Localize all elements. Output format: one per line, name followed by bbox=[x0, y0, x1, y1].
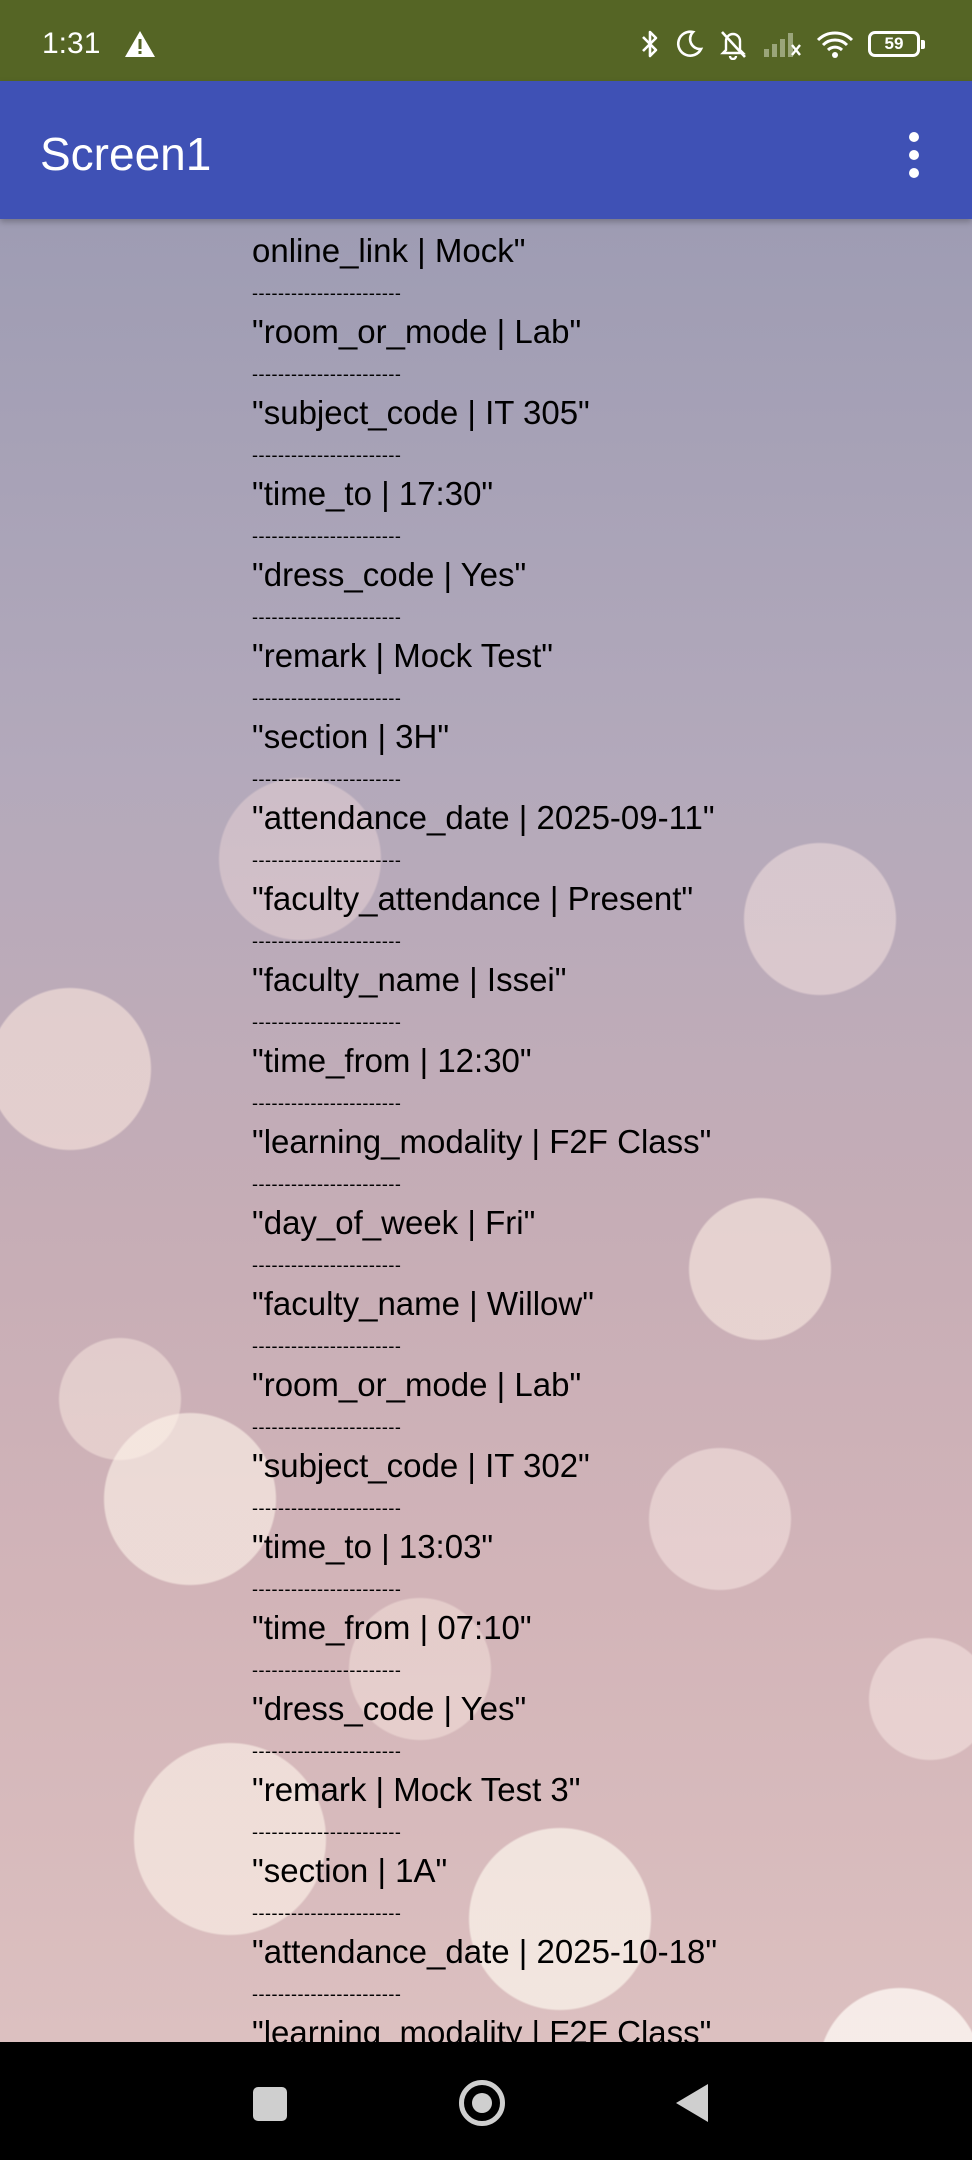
record-separator: ----------------------- bbox=[252, 1660, 402, 1680]
record-separator: ----------------------- bbox=[252, 526, 402, 546]
record-text: "remark | Mock Test" bbox=[252, 637, 553, 674]
record-text: "day_of_week | Fri" bbox=[252, 1204, 536, 1241]
record-separator: ----------------------- bbox=[252, 1984, 402, 2004]
record-text: "subject_code | IT 302" bbox=[252, 1447, 590, 1484]
battery-level: 59 bbox=[884, 34, 904, 53]
page-title: Screen1 bbox=[40, 128, 212, 180]
do-not-disturb-icon bbox=[676, 30, 704, 57]
list-item: "dress_code | Yes" ----------------------… bbox=[252, 1687, 952, 1768]
list-item: "attendance_date | 2025-10-18" ----------… bbox=[252, 1930, 952, 2011]
record-text: "time_from | 07:10" bbox=[252, 1609, 532, 1646]
record-separator: ----------------------- bbox=[252, 931, 402, 951]
list-item: "subject_code | IT 305" -----------------… bbox=[252, 391, 952, 472]
battery-icon: 59 bbox=[868, 31, 925, 57]
back-icon[interactable] bbox=[676, 2084, 708, 2122]
record-separator: ----------------------- bbox=[252, 445, 402, 465]
record-text: "room_or_mode | Lab" bbox=[252, 1366, 582, 1403]
record-text: "attendance_date | 2025-10-18" bbox=[252, 1933, 718, 1970]
status-bar: 1:31 59 bbox=[0, 0, 972, 81]
record-separator: ----------------------- bbox=[252, 1336, 402, 1356]
record-text: online_link | Mock" bbox=[252, 232, 526, 269]
list-item: "day_of_week | Fri" ---------------------… bbox=[252, 1201, 952, 1282]
record-text: "learning_modality | F2F Class" bbox=[252, 2014, 712, 2042]
record-separator: ----------------------- bbox=[252, 1822, 402, 1842]
list-item: "time_to | 17:30" ----------------------- bbox=[252, 472, 952, 553]
list-item: "room_or_mode | Lab" --------------------… bbox=[252, 310, 952, 391]
app-bar: Screen1 bbox=[0, 81, 972, 219]
list-item: "faculty_attendance | Present" ----------… bbox=[252, 877, 952, 958]
record-text: "faculty_name | Issei" bbox=[252, 961, 567, 998]
record-text: "room_or_mode | Lab" bbox=[252, 313, 582, 350]
signal-icon bbox=[764, 33, 801, 57]
record-separator: ----------------------- bbox=[252, 607, 402, 627]
record-separator: ----------------------- bbox=[252, 1012, 402, 1032]
record-separator: ----------------------- bbox=[252, 688, 402, 708]
record-text: "time_to | 13:03" bbox=[252, 1528, 494, 1565]
record-separator: ----------------------- bbox=[252, 769, 402, 789]
record-text: "learning_modality | F2F Class" bbox=[252, 1123, 712, 1160]
record-text: "section | 1A" bbox=[252, 1852, 448, 1889]
record-separator: ----------------------- bbox=[252, 1903, 402, 1923]
navigation-bar bbox=[0, 2042, 972, 2160]
list-item: "remark | Mock Test 3" ------------------… bbox=[252, 1768, 952, 1849]
list-item: "time_from | 12:30" ---------------------… bbox=[252, 1039, 952, 1120]
record-separator: ----------------------- bbox=[252, 1174, 402, 1194]
more-vert-icon[interactable] bbox=[878, 117, 950, 193]
record-text: "dress_code | Yes" bbox=[252, 1690, 527, 1727]
record-text: "time_from | 12:30" bbox=[252, 1042, 532, 1079]
record-text: "subject_code | IT 305" bbox=[252, 394, 590, 431]
record-text: "remark | Mock Test 3" bbox=[252, 1771, 581, 1808]
list-item: "attendance_date | 2025-09-11" ----------… bbox=[252, 796, 952, 877]
status-icons: 59 bbox=[640, 24, 925, 64]
home-icon[interactable] bbox=[459, 2080, 505, 2126]
record-text: "time_to | 17:30" bbox=[252, 475, 494, 512]
list-item: "room_or_mode | Lab" --------------------… bbox=[252, 1363, 952, 1444]
record-separator: ----------------------- bbox=[252, 1498, 402, 1518]
record-separator: ----------------------- bbox=[252, 1417, 402, 1437]
record-separator: ----------------------- bbox=[252, 283, 402, 303]
record-text: "attendance_date | 2025-09-11" bbox=[252, 799, 715, 836]
status-time: 1:31 bbox=[42, 27, 101, 60]
record-separator: ----------------------- bbox=[252, 1255, 402, 1275]
records-list: online_link | Mock" ---------------------… bbox=[252, 229, 952, 2042]
record-separator: ----------------------- bbox=[252, 364, 402, 384]
list-item: "learning_modality | F2F Class"---------… bbox=[252, 2011, 952, 2042]
list-item: "subject_code | IT 302" -----------------… bbox=[252, 1444, 952, 1525]
list-item: "time_from | 07:10" ---------------------… bbox=[252, 1606, 952, 1687]
list-item: "dress_code | Yes" ----------------------… bbox=[252, 553, 952, 634]
list-item: online_link | Mock" ---------------------… bbox=[252, 229, 952, 310]
wifi-icon bbox=[816, 31, 854, 58]
content-area[interactable]: online_link | Mock" ---------------------… bbox=[0, 219, 972, 2042]
record-text: "section | 3H" bbox=[252, 718, 450, 755]
record-separator: ----------------------- bbox=[252, 1093, 402, 1113]
record-separator: ----------------------- bbox=[252, 1741, 402, 1761]
list-item: "faculty_name | Willow" -----------------… bbox=[252, 1282, 952, 1363]
record-text: "dress_code | Yes" bbox=[252, 556, 527, 593]
list-item: "learning_modality | F2F Class" ---------… bbox=[252, 1120, 952, 1201]
record-text: "faculty_attendance | Present" bbox=[252, 880, 694, 917]
record-separator: ----------------------- bbox=[252, 850, 402, 870]
record-separator: ----------------------- bbox=[252, 1579, 402, 1599]
list-item: "faculty_name | Issei" ------------------… bbox=[252, 958, 952, 1039]
recent-apps-icon[interactable] bbox=[253, 2087, 287, 2121]
notifications-off-icon bbox=[720, 31, 746, 60]
warning-icon bbox=[125, 31, 155, 57]
list-item: "section | 1A" ----------------------- bbox=[252, 1849, 952, 1930]
list-item: "section | 3H" ----------------------- bbox=[252, 715, 952, 796]
list-item: "time_to | 13:03" ----------------------- bbox=[252, 1525, 952, 1606]
bluetooth-icon bbox=[642, 30, 658, 58]
list-item: "remark | Mock Test" --------------------… bbox=[252, 634, 952, 715]
record-text: "faculty_name | Willow" bbox=[252, 1285, 594, 1322]
